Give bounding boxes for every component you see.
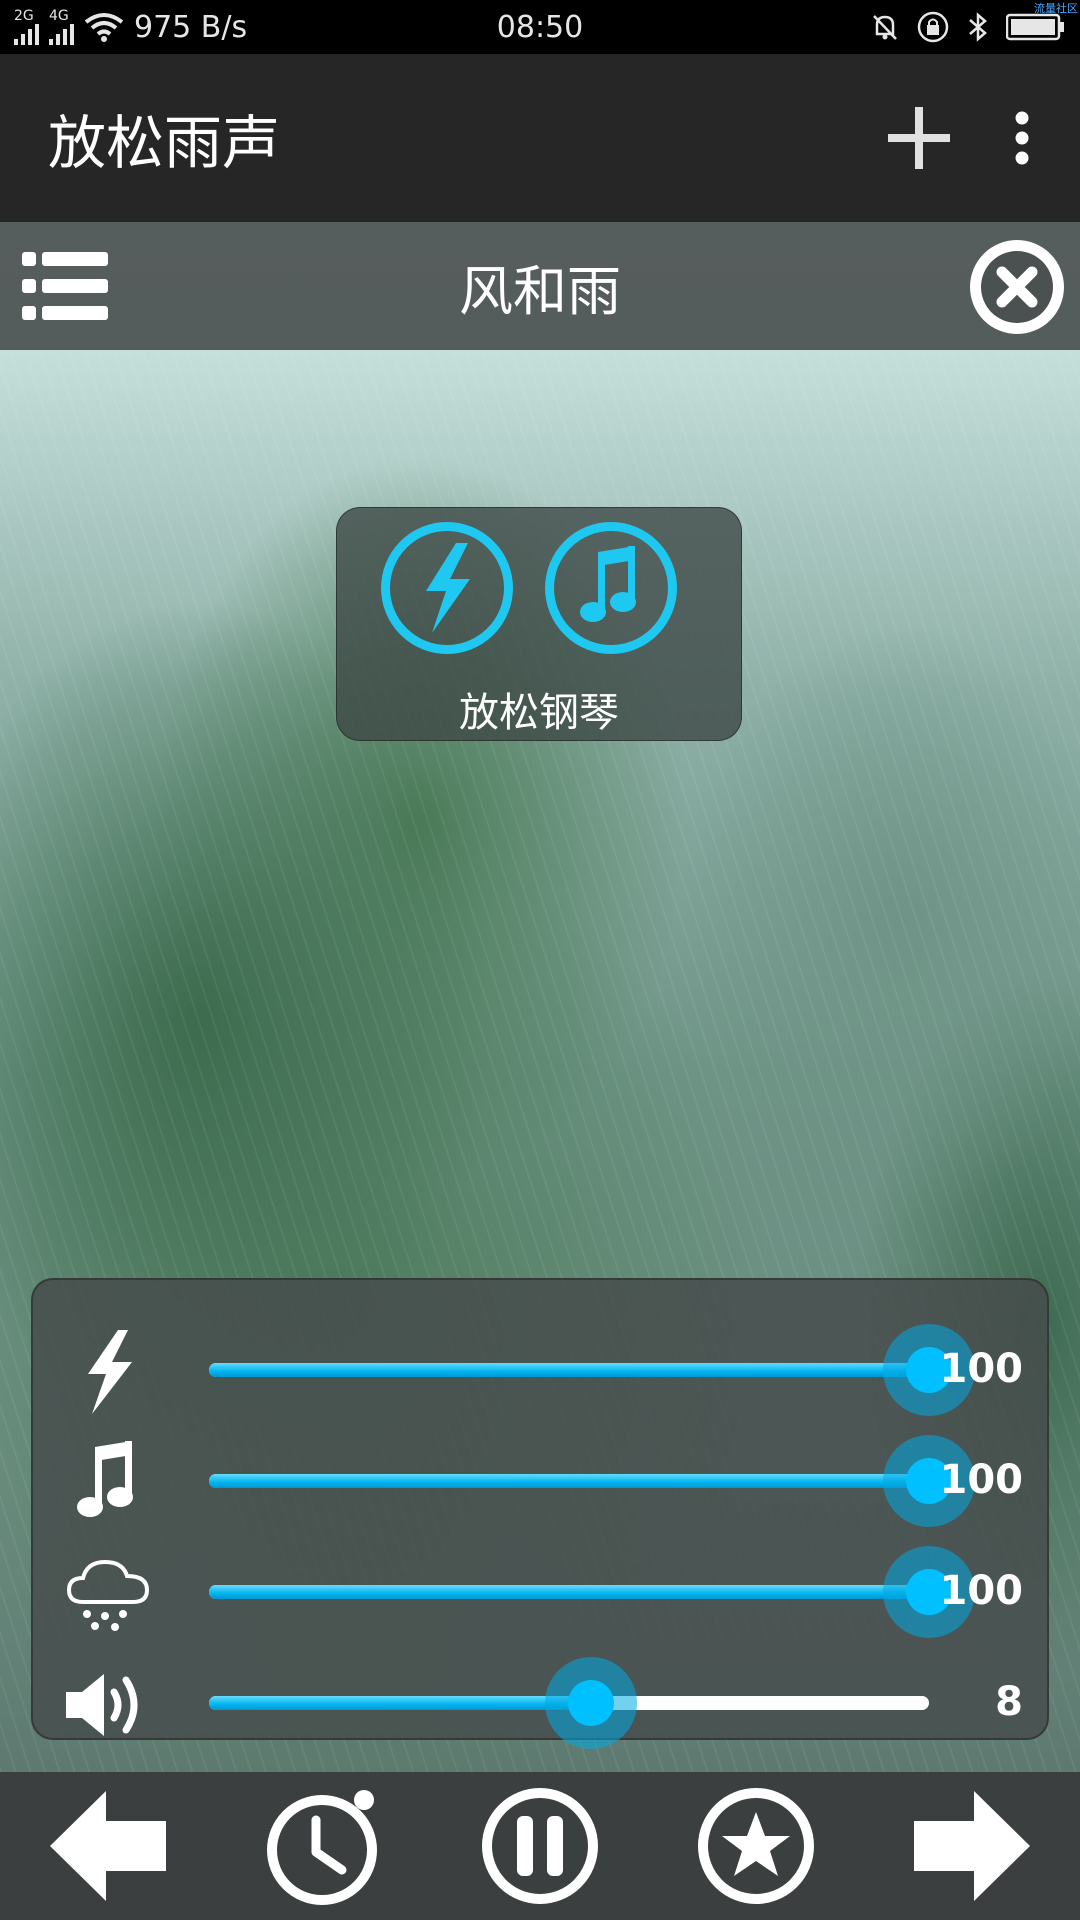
wifi-icon [84, 13, 124, 42]
clock: 08:50 [496, 9, 584, 45]
music-note-icon [580, 546, 636, 622]
app-bar: 放松雨声 [0, 54, 1080, 222]
slider-fill [209, 1696, 591, 1710]
timer-button[interactable] [254, 1776, 394, 1916]
rotation-lock-icon [917, 11, 949, 43]
more-vert-icon [1015, 111, 1029, 165]
signal-4g: 4G [49, 9, 74, 45]
playback-control-bar [0, 1772, 1080, 1920]
status-bar: 2G 4G 975 B/s 08:50 流量社区 [0, 0, 1080, 54]
rain-volume-slider[interactable] [209, 1546, 975, 1638]
music-sound-button[interactable] [545, 522, 677, 654]
network-4g-label: 4G [49, 8, 69, 24]
lightning-volume-value: 100 [939, 1346, 1024, 1392]
close-button[interactable] [966, 236, 1068, 342]
slider-fill [209, 1585, 929, 1599]
pause-icon [482, 1788, 598, 1904]
mixer-row-master-volume: 8 [33, 1653, 1047, 1753]
slider-fill [209, 1363, 929, 1377]
network-2g-label: 2G [14, 8, 34, 24]
lightning-icon [88, 1330, 132, 1414]
next-button[interactable] [902, 1776, 1042, 1916]
playlist-button[interactable] [22, 252, 108, 326]
mixer-row-lightning: 100 [33, 1320, 1047, 1420]
slider-thumb[interactable] [544, 1657, 637, 1749]
music-note-icon [77, 1441, 133, 1517]
bell-off-icon [873, 15, 897, 40]
master-volume-slider[interactable] [209, 1657, 929, 1749]
lightning-volume-slider[interactable] [209, 1324, 975, 1416]
sound-group-card[interactable]: 放松钢琴 [336, 507, 742, 741]
pause-button[interactable] [470, 1776, 610, 1916]
timer-icon [267, 1790, 377, 1905]
star-icon [698, 1788, 814, 1904]
more-options-button[interactable] [1012, 111, 1032, 165]
network-speed: 975 B/s [134, 9, 248, 45]
volume-mixer: 100 100 100 8 [31, 1278, 1049, 1749]
bluetooth-icon [969, 12, 987, 42]
previous-button[interactable] [38, 1776, 178, 1916]
slider-fill [209, 1474, 929, 1488]
add-button[interactable] [886, 105, 952, 171]
master-volume-value: 8 [995, 1679, 1023, 1725]
app-title: 放松雨声 [48, 109, 281, 177]
scene-title: 风和雨 [459, 259, 621, 323]
lightning-sound-button[interactable] [381, 522, 513, 654]
signal-bars-icon [49, 23, 74, 45]
plus-icon [888, 107, 950, 169]
arrow-left-icon [50, 1791, 166, 1901]
status-left: 2G 4G 975 B/s [14, 9, 247, 45]
mixer-row-rain: 100 [33, 1542, 1047, 1642]
signal-2g: 2G [14, 9, 39, 45]
sound-group-label: 放松钢琴 [459, 690, 619, 736]
music-volume-value: 100 [939, 1457, 1024, 1503]
music-volume-slider[interactable] [209, 1435, 975, 1527]
scene-title-bar: 风和雨 [0, 222, 1080, 350]
lightning-icon [426, 543, 470, 633]
corner-note: 流量社区 [1034, 2, 1078, 15]
list-icon [22, 252, 108, 320]
mixer-row-music: 100 [33, 1431, 1047, 1531]
arrow-right-icon [914, 1791, 1030, 1901]
rain-cloud-icon [66, 1559, 150, 1631]
battery-icon [1006, 13, 1064, 41]
close-circle-icon [970, 240, 1064, 334]
rain-volume-value: 100 [939, 1568, 1024, 1614]
signal-bars-icon [14, 23, 39, 45]
favorite-button[interactable] [686, 1776, 826, 1916]
volume-icon [66, 1674, 138, 1736]
